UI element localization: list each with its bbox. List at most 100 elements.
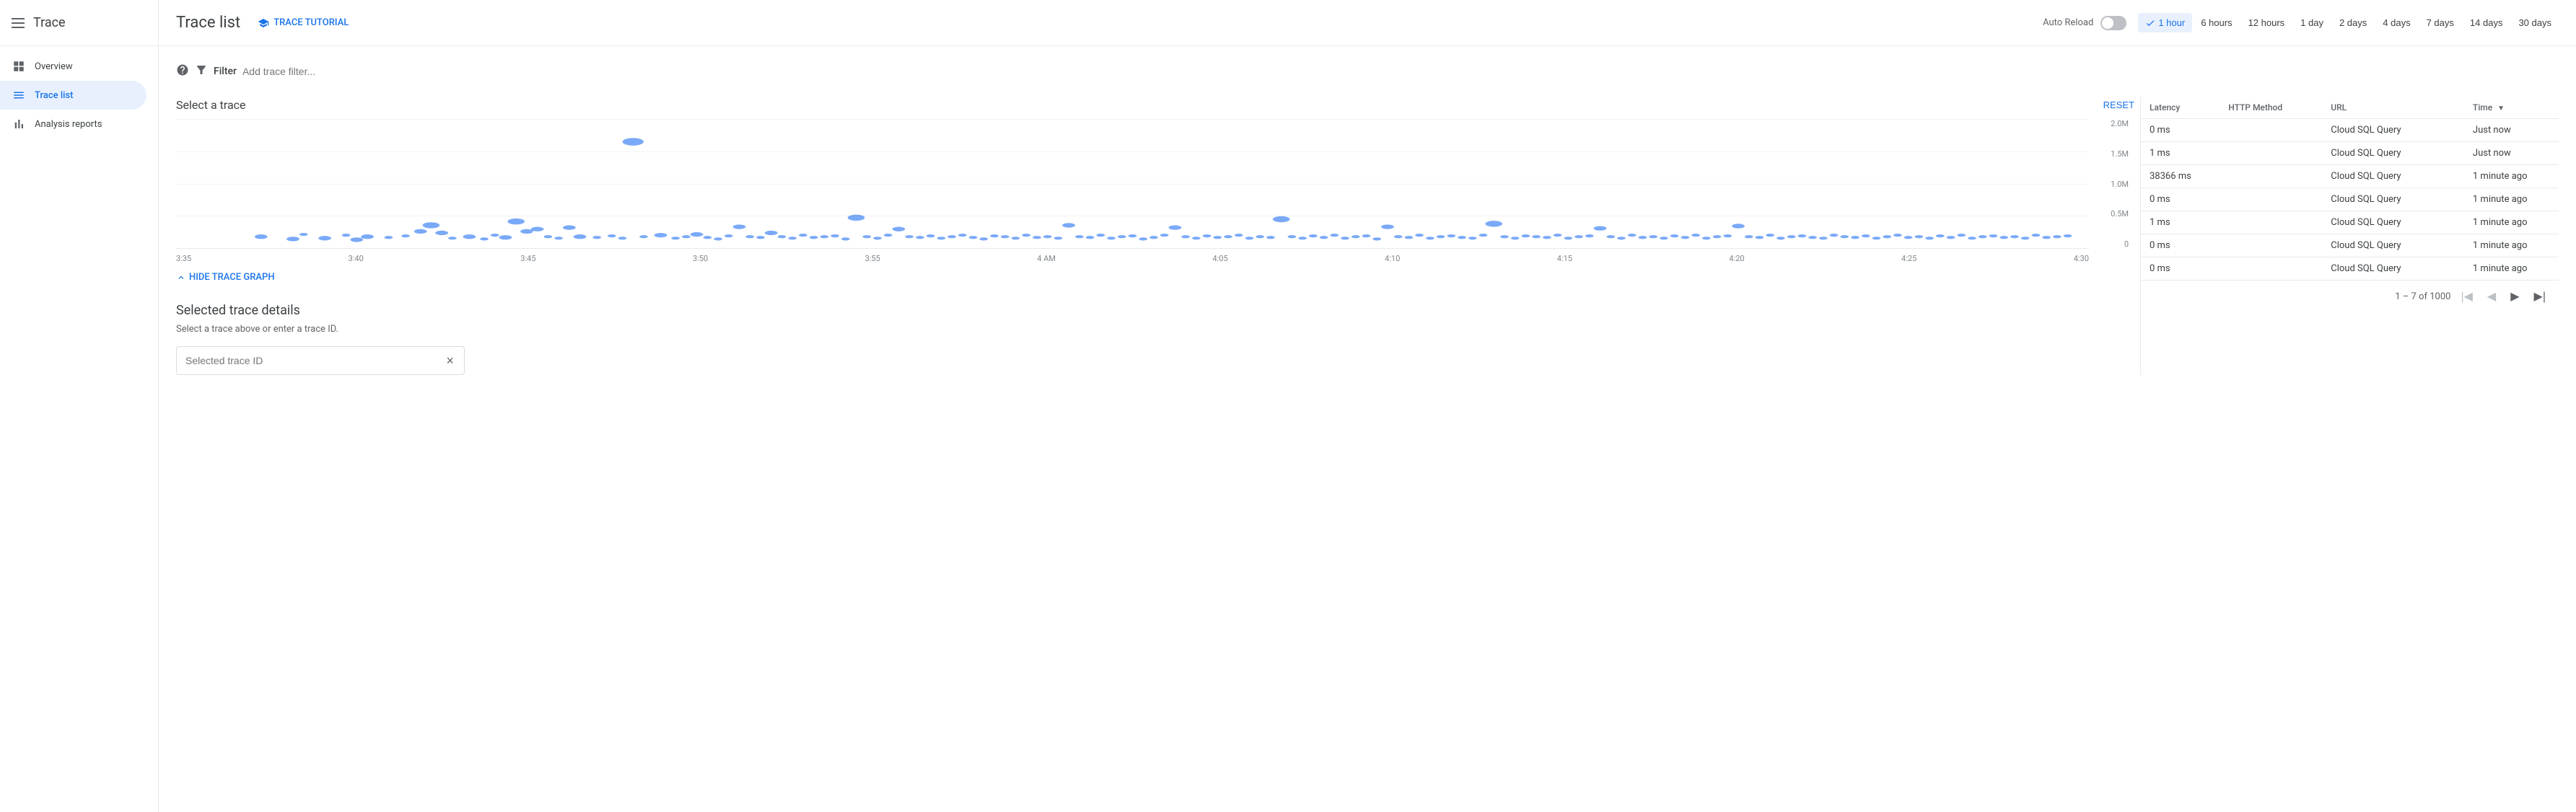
help-circle-icon <box>176 63 189 79</box>
cell-latency: 0 ms <box>2141 234 2220 257</box>
x-label-405: 4:05 <box>1212 254 1227 263</box>
time-btn-2days[interactable]: 2 days <box>2332 13 2374 32</box>
y-label-0: 0 <box>2093 239 2129 249</box>
cell-url: Cloud SQL Query <box>2322 142 2464 165</box>
check-icon <box>2145 18 2155 28</box>
cell-http-method <box>2220 234 2322 257</box>
trace-id-input-wrapper: × <box>176 346 465 375</box>
y-label-1m: 1.0M <box>2093 180 2129 189</box>
table-row[interactable]: 0 ms Cloud SQL Query 1 minute ago <box>2141 257 2559 281</box>
filter-input[interactable] <box>242 66 2559 77</box>
chart-y-labels: 2.0M 1.5M 1.0M 0.5M 0 <box>2093 119 2129 249</box>
trace-table: Latency HTTP Method URL Time ▼ 0 ms <box>2141 97 2559 281</box>
time-col-label: Time <box>2473 102 2492 112</box>
col-latency[interactable]: Latency <box>2141 97 2220 119</box>
col-time[interactable]: Time ▼ <box>2464 97 2559 119</box>
sidebar-item-overview[interactable]: Overview <box>0 52 146 81</box>
col-http-method[interactable]: HTTP Method <box>2220 97 2322 119</box>
time-btn-4days[interactable]: 4 days <box>2375 13 2417 32</box>
next-page-button[interactable]: ▶ <box>2506 286 2523 306</box>
chart-section: Select a trace RESET <box>176 97 2140 375</box>
cell-time: 1 minute ago <box>2464 211 2559 234</box>
sidebar-item-analysis-reports-label: Analysis reports <box>35 119 102 130</box>
x-label-355: 3:55 <box>865 254 880 263</box>
time-btn-1hour[interactable]: 1 hour <box>2138 13 2192 32</box>
cell-latency: 1 ms <box>2141 211 2220 234</box>
cell-url: Cloud SQL Query <box>2322 234 2464 257</box>
hide-graph-label: HIDE TRACE GRAPH <box>189 272 275 283</box>
time-btn-14days[interactable]: 14 days <box>2463 13 2510 32</box>
time-btn-6hours[interactable]: 6 hours <box>2194 13 2239 32</box>
cell-time: Just now <box>2464 142 2559 165</box>
selected-trace-title: Selected trace details <box>176 303 2140 318</box>
time-btn-7days[interactable]: 7 days <box>2419 13 2461 32</box>
auto-reload-toggle[interactable] <box>2100 16 2126 30</box>
table-body: 0 ms Cloud SQL Query Just now 1 ms Cloud… <box>2141 119 2559 281</box>
menu-icon[interactable] <box>12 18 25 28</box>
cell-url: Cloud SQL Query <box>2322 165 2464 188</box>
sidebar-item-analysis-reports[interactable]: Analysis reports <box>0 110 146 138</box>
chart-area <box>176 119 2089 249</box>
col-url[interactable]: URL <box>2322 97 2464 119</box>
y-label-0-5m: 0.5M <box>2093 209 2129 219</box>
table-row[interactable]: 0 ms Cloud SQL Query 1 minute ago <box>2141 234 2559 257</box>
trace-tutorial-button[interactable]: TRACE TUTORIAL <box>252 13 354 33</box>
reset-button[interactable]: RESET <box>2098 97 2140 113</box>
time-btn-1hour-label: 1 hour <box>2158 17 2185 28</box>
trace-tutorial-label: TRACE TUTORIAL <box>273 17 349 28</box>
filter-label: Filter <box>214 66 237 77</box>
last-page-button[interactable]: ▶| <box>2530 286 2550 306</box>
time-btn-30days[interactable]: 30 days <box>2511 13 2559 32</box>
x-label-4am: 4 AM <box>1037 254 1056 263</box>
table-row[interactable]: 0 ms Cloud SQL Query 1 minute ago <box>2141 188 2559 211</box>
x-label-430: 4:30 <box>2074 254 2089 263</box>
select-trace-header: Select a trace RESET <box>176 97 2140 113</box>
chevron-up-icon <box>176 273 186 283</box>
trace-area: Select a trace RESET <box>176 97 2559 375</box>
y-label-2m: 2.0M <box>2093 119 2129 128</box>
hide-graph-button[interactable]: HIDE TRACE GRAPH <box>176 269 2140 286</box>
selected-trace-section: Selected trace details Select a trace ab… <box>176 303 2140 375</box>
auto-reload-label: Auto Reload <box>2043 17 2093 28</box>
time-buttons: 1 hour 6 hours 12 hours 1 day 2 days 4 d… <box>2138 13 2559 32</box>
y-label-1-5m: 1.5M <box>2093 149 2129 159</box>
trace-id-input[interactable] <box>185 355 444 366</box>
table-row[interactable]: 1 ms Cloud SQL Query Just now <box>2141 142 2559 165</box>
cell-latency: 0 ms <box>2141 188 2220 211</box>
sort-desc-icon: ▼ <box>2497 105 2505 112</box>
cell-http-method <box>2220 257 2322 281</box>
clear-trace-id-button[interactable]: × <box>444 354 455 367</box>
table-header-row: Latency HTTP Method URL Time ▼ <box>2141 97 2559 119</box>
cell-url: Cloud SQL Query <box>2322 257 2464 281</box>
cell-latency: 38366 ms <box>2141 165 2220 188</box>
cell-time: 1 minute ago <box>2464 188 2559 211</box>
topbar: Trace list TRACE TUTORIAL Auto Reload 1 … <box>159 0 2576 46</box>
cell-latency: 1 ms <box>2141 142 2220 165</box>
table-row[interactable]: 1 ms Cloud SQL Query 1 minute ago <box>2141 211 2559 234</box>
sidebar-item-trace-list[interactable]: Trace list <box>0 81 146 110</box>
chart-container[interactable]: 2.0M 1.5M 1.0M 0.5M 0 3:35 3:40 3:45 3:5… <box>176 119 2129 263</box>
table-row[interactable]: 38366 ms Cloud SQL Query 1 minute ago <box>2141 165 2559 188</box>
sidebar-item-trace-list-label: Trace list <box>35 90 73 101</box>
cell-http-method <box>2220 119 2322 142</box>
pagination-label: 1 – 7 of 1000 <box>2395 291 2450 302</box>
grid-icon <box>12 59 26 74</box>
graduation-cap-icon <box>258 17 269 29</box>
first-page-button[interactable]: |◀ <box>2456 286 2476 306</box>
x-label-340: 3:40 <box>349 254 364 263</box>
prev-page-button[interactable]: ◀ <box>2483 286 2500 306</box>
content-area: Filter Select a trace RESET <box>159 46 2576 812</box>
table-row[interactable]: 0 ms Cloud SQL Query Just now <box>2141 119 2559 142</box>
cell-http-method <box>2220 142 2322 165</box>
time-btn-12hours[interactable]: 12 hours <box>2241 13 2292 32</box>
x-label-425: 4:25 <box>1901 254 1916 263</box>
selected-trace-subtitle: Select a trace above or enter a trace ID… <box>176 324 2140 335</box>
x-label-335: 3:35 <box>176 254 191 263</box>
filter-bar: Filter <box>176 58 2559 85</box>
x-label-415: 4:15 <box>1557 254 1572 263</box>
cell-http-method <box>2220 211 2322 234</box>
cell-time: Just now <box>2464 119 2559 142</box>
table-section: Latency HTTP Method URL Time ▼ 0 ms <box>2140 97 2559 375</box>
time-btn-1day[interactable]: 1 day <box>2293 13 2331 32</box>
cell-http-method <box>2220 165 2322 188</box>
